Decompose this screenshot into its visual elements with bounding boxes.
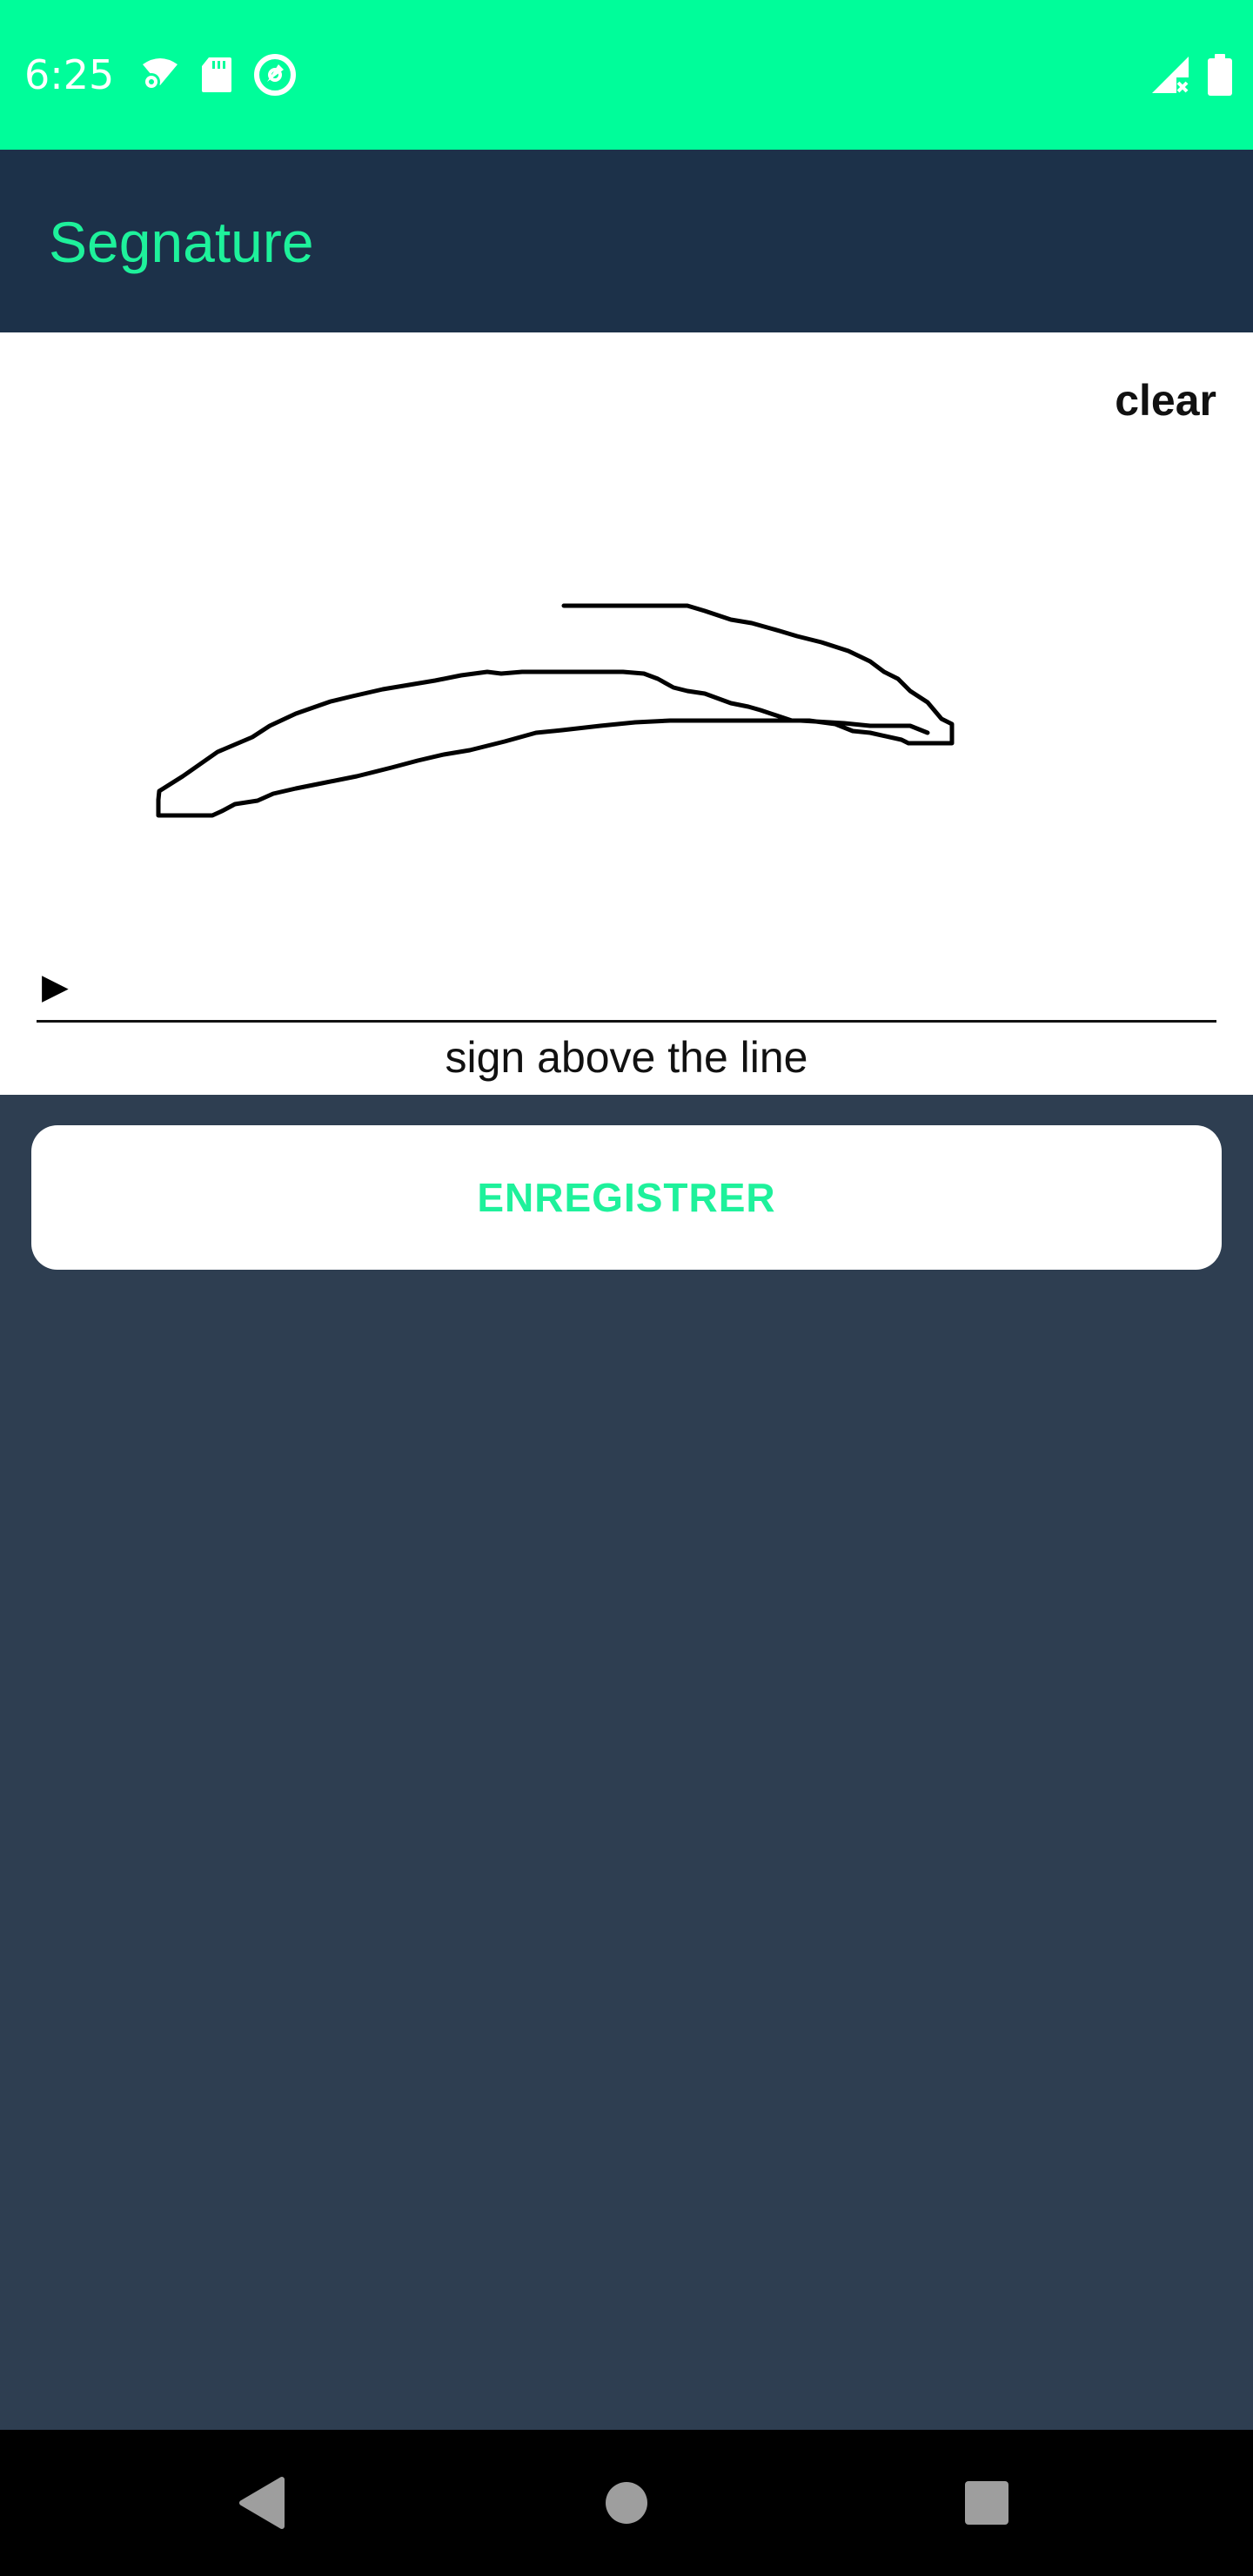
sync-icon (254, 54, 296, 96)
signature-caption: sign above the line (445, 1033, 808, 1082)
sd-card-icon (202, 57, 231, 92)
clear-button[interactable]: clear (1115, 372, 1216, 428)
app-bar: Segnature (0, 150, 1253, 332)
signature-baseline (37, 1020, 1216, 1023)
page-title: Segnature (49, 210, 314, 274)
sign-start-marker: ▶ (42, 968, 69, 1006)
signature-stroke (156, 603, 955, 818)
signal-no-data-icon (1152, 57, 1189, 93)
status-bar: 6:25 (0, 0, 1253, 150)
status-icons-left (139, 52, 298, 97)
status-time: 6:25 (24, 51, 115, 98)
nav-recents-button[interactable] (917, 2430, 1056, 2576)
navigation-bar (0, 2430, 1253, 2576)
wifi-gear-icon (143, 58, 178, 91)
save-button[interactable]: ENREGISTRER (31, 1125, 1222, 1270)
nav-back-button[interactable] (191, 2430, 331, 2576)
battery-icon (1208, 54, 1232, 96)
back-icon (239, 2477, 285, 2529)
home-icon (606, 2482, 647, 2524)
status-icons-right (1150, 52, 1232, 97)
signature-pad[interactable]: clear ▶ sign above the line (0, 332, 1253, 1095)
recents-icon (965, 2481, 1008, 2525)
nav-home-button[interactable] (557, 2430, 696, 2576)
